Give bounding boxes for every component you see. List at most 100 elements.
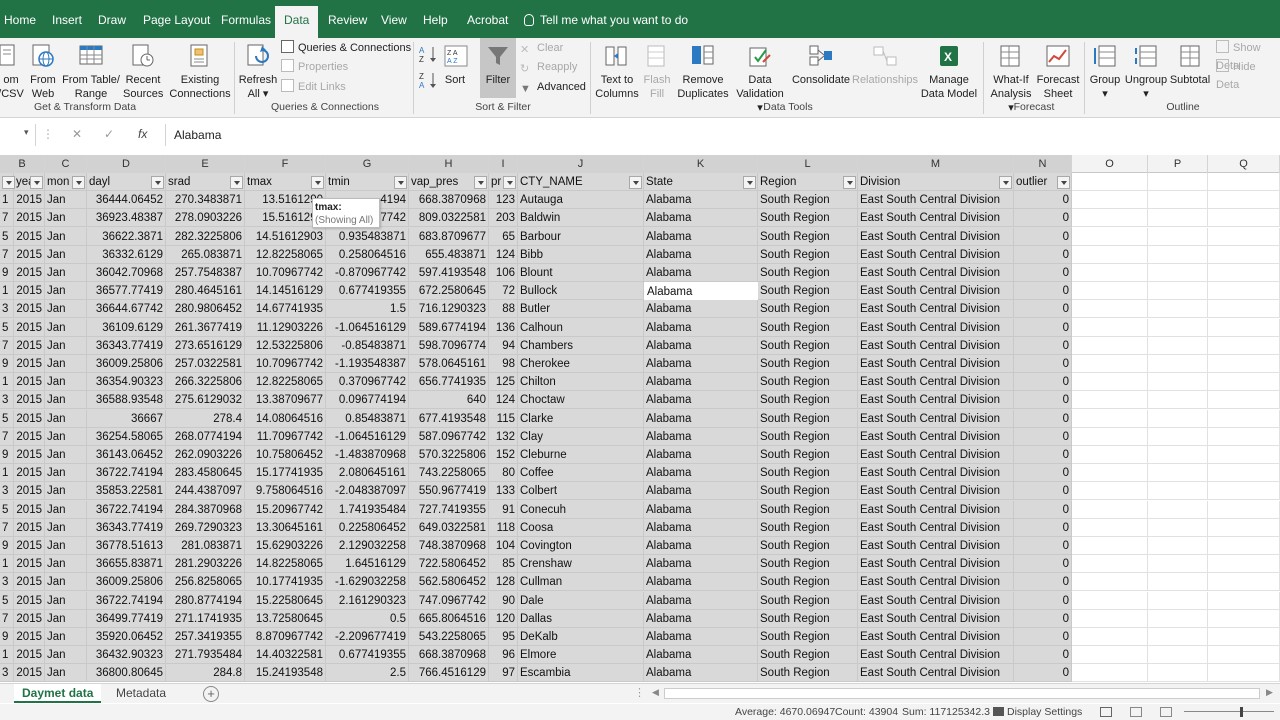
- cell-month[interactable]: Jan: [45, 646, 87, 665]
- cell-dayl[interactable]: 36254.58065: [87, 427, 166, 446]
- tab-data[interactable]: Data: [275, 6, 319, 38]
- tab-help[interactable]: Help: [423, 6, 448, 34]
- cell-srad[interactable]: 269.7290323: [166, 518, 245, 537]
- empty-cell[interactable]: [1208, 227, 1280, 246]
- cell-region[interactable]: South Region: [758, 373, 858, 392]
- cell-division[interactable]: East South Central Division: [858, 355, 1014, 373]
- cell-outlier[interactable]: 0: [1014, 336, 1072, 355]
- empty-cell[interactable]: [1072, 664, 1148, 683]
- cell-division[interactable]: East South Central Division: [858, 555, 1014, 574]
- cell-tmin[interactable]: 0.225806452: [326, 518, 409, 537]
- column-header-d[interactable]: D: [87, 155, 166, 173]
- row-id-cell[interactable]: 3: [0, 391, 14, 410]
- column-header-c[interactable]: C: [45, 155, 87, 173]
- cell-outlier[interactable]: 0: [1014, 282, 1072, 301]
- cell-cty-name[interactable]: Dallas: [518, 609, 644, 628]
- scroll-left-icon[interactable]: ◀: [652, 687, 659, 698]
- tab-insert[interactable]: Insert: [52, 6, 82, 34]
- cell-dayl[interactable]: 36042.70968: [87, 264, 166, 282]
- empty-cell[interactable]: [1148, 191, 1208, 210]
- confirm-entry-icon[interactable]: ✓: [104, 127, 114, 141]
- empty-cell[interactable]: [1072, 555, 1148, 574]
- cell-cty-name[interactable]: Baldwin: [518, 209, 644, 228]
- cell-state[interactable]: Alabama: [644, 464, 758, 483]
- empty-cell[interactable]: [1148, 609, 1208, 628]
- horizontal-scrollbar[interactable]: [664, 688, 1260, 699]
- empty-cell[interactable]: [1148, 245, 1208, 264]
- relationships-button[interactable]: Relationships: [852, 42, 918, 87]
- empty-cell[interactable]: [1208, 537, 1280, 555]
- cell-year[interactable]: 2015: [14, 464, 45, 483]
- column-header-q[interactable]: Q: [1208, 155, 1280, 173]
- cell-dayl[interactable]: 36143.06452: [87, 446, 166, 464]
- cell-srad[interactable]: 280.8774194: [166, 591, 245, 610]
- empty-cell[interactable]: [1072, 336, 1148, 355]
- cell-tmin[interactable]: 1.64516129: [326, 555, 409, 574]
- cell-cty-name[interactable]: Choctaw: [518, 391, 644, 410]
- cell-tmin[interactable]: -1.483870968: [326, 446, 409, 464]
- empty-cell[interactable]: [1148, 464, 1208, 483]
- cell-srad[interactable]: 280.4645161: [166, 282, 245, 301]
- cell-pr[interactable]: 98: [489, 355, 518, 373]
- cell-cty-name[interactable]: Blount: [518, 264, 644, 282]
- cell-state[interactable]: Alabama: [644, 391, 758, 410]
- cell-region[interactable]: South Region: [758, 537, 858, 555]
- filter-dropdown-icon[interactable]: [629, 176, 642, 189]
- cell-tmax[interactable]: 10.70967742: [245, 264, 326, 282]
- cell-tmin[interactable]: -1.193548387: [326, 355, 409, 373]
- cell-region[interactable]: South Region: [758, 628, 858, 646]
- row-id-cell[interactable]: 9: [0, 446, 14, 464]
- cell-srad[interactable]: 256.8258065: [166, 573, 245, 592]
- cell-division[interactable]: East South Central Division: [858, 537, 1014, 555]
- refresh-all-button[interactable]: Refresh All ▾: [238, 42, 278, 101]
- cell-tmax[interactable]: 14.82258065: [245, 555, 326, 574]
- cell-month[interactable]: Jan: [45, 464, 87, 483]
- cell-year[interactable]: 2015: [14, 628, 45, 646]
- cell-state[interactable]: Alabama: [644, 518, 758, 537]
- tab-review[interactable]: Review: [328, 6, 367, 34]
- cell-srad[interactable]: 284.8: [166, 664, 245, 683]
- row-id-cell[interactable]: 7: [0, 209, 14, 228]
- cell-vap-pres[interactable]: 716.1290323: [409, 300, 489, 319]
- cell-month[interactable]: Jan: [45, 537, 87, 555]
- cell-division[interactable]: East South Central Division: [858, 628, 1014, 646]
- empty-cell[interactable]: [1072, 573, 1148, 592]
- empty-cell[interactable]: [1148, 446, 1208, 464]
- cell-dayl[interactable]: 36499.77419: [87, 609, 166, 628]
- cell-outlier[interactable]: 0: [1014, 482, 1072, 501]
- row-id-cell[interactable]: 1: [0, 373, 14, 392]
- column-header-j[interactable]: J: [518, 155, 644, 173]
- cell-tmax[interactable]: 8.870967742: [245, 628, 326, 646]
- cell-srad[interactable]: 262.0903226: [166, 446, 245, 464]
- cell-vap-pres[interactable]: 640: [409, 391, 489, 410]
- cell-pr[interactable]: 133: [489, 482, 518, 501]
- row-id-cell[interactable]: 5: [0, 227, 14, 246]
- cell-region[interactable]: South Region: [758, 646, 858, 665]
- cell-year[interactable]: 2015: [14, 555, 45, 574]
- tab-page-layout[interactable]: Page Layout: [143, 6, 210, 34]
- cell-state[interactable]: Alabama: [644, 664, 758, 683]
- empty-cell[interactable]: [1072, 209, 1148, 228]
- row-id-cell[interactable]: 1: [0, 282, 14, 301]
- cell-region[interactable]: South Region: [758, 609, 858, 628]
- empty-cell[interactable]: [1072, 537, 1148, 555]
- cell-cty-name[interactable]: Cullman: [518, 573, 644, 592]
- cell-state[interactable]: Alabama: [644, 573, 758, 592]
- sheet-tab-metadata[interactable]: Metadata: [108, 684, 174, 703]
- cell-state[interactable]: Alabama: [644, 373, 758, 392]
- cell-pr[interactable]: 132: [489, 427, 518, 446]
- empty-cell[interactable]: [1148, 264, 1208, 282]
- empty-cell[interactable]: [1148, 373, 1208, 392]
- cell-tmax[interactable]: 13.72580645: [245, 609, 326, 628]
- cell-srad[interactable]: 282.3225806: [166, 227, 245, 246]
- cell-tmin[interactable]: -1.064516129: [326, 318, 409, 337]
- cell-outlier[interactable]: 0: [1014, 500, 1072, 519]
- cell-region[interactable]: South Region: [758, 482, 858, 501]
- cell-dayl[interactable]: 36332.6129: [87, 245, 166, 264]
- cell-region[interactable]: South Region: [758, 282, 858, 301]
- filter-dropdown-icon[interactable]: [151, 176, 164, 189]
- cell-pr[interactable]: 94: [489, 336, 518, 355]
- empty-cell[interactable]: [1208, 664, 1280, 683]
- empty-cell[interactable]: [1148, 427, 1208, 446]
- row-id-cell[interactable]: 7: [0, 518, 14, 537]
